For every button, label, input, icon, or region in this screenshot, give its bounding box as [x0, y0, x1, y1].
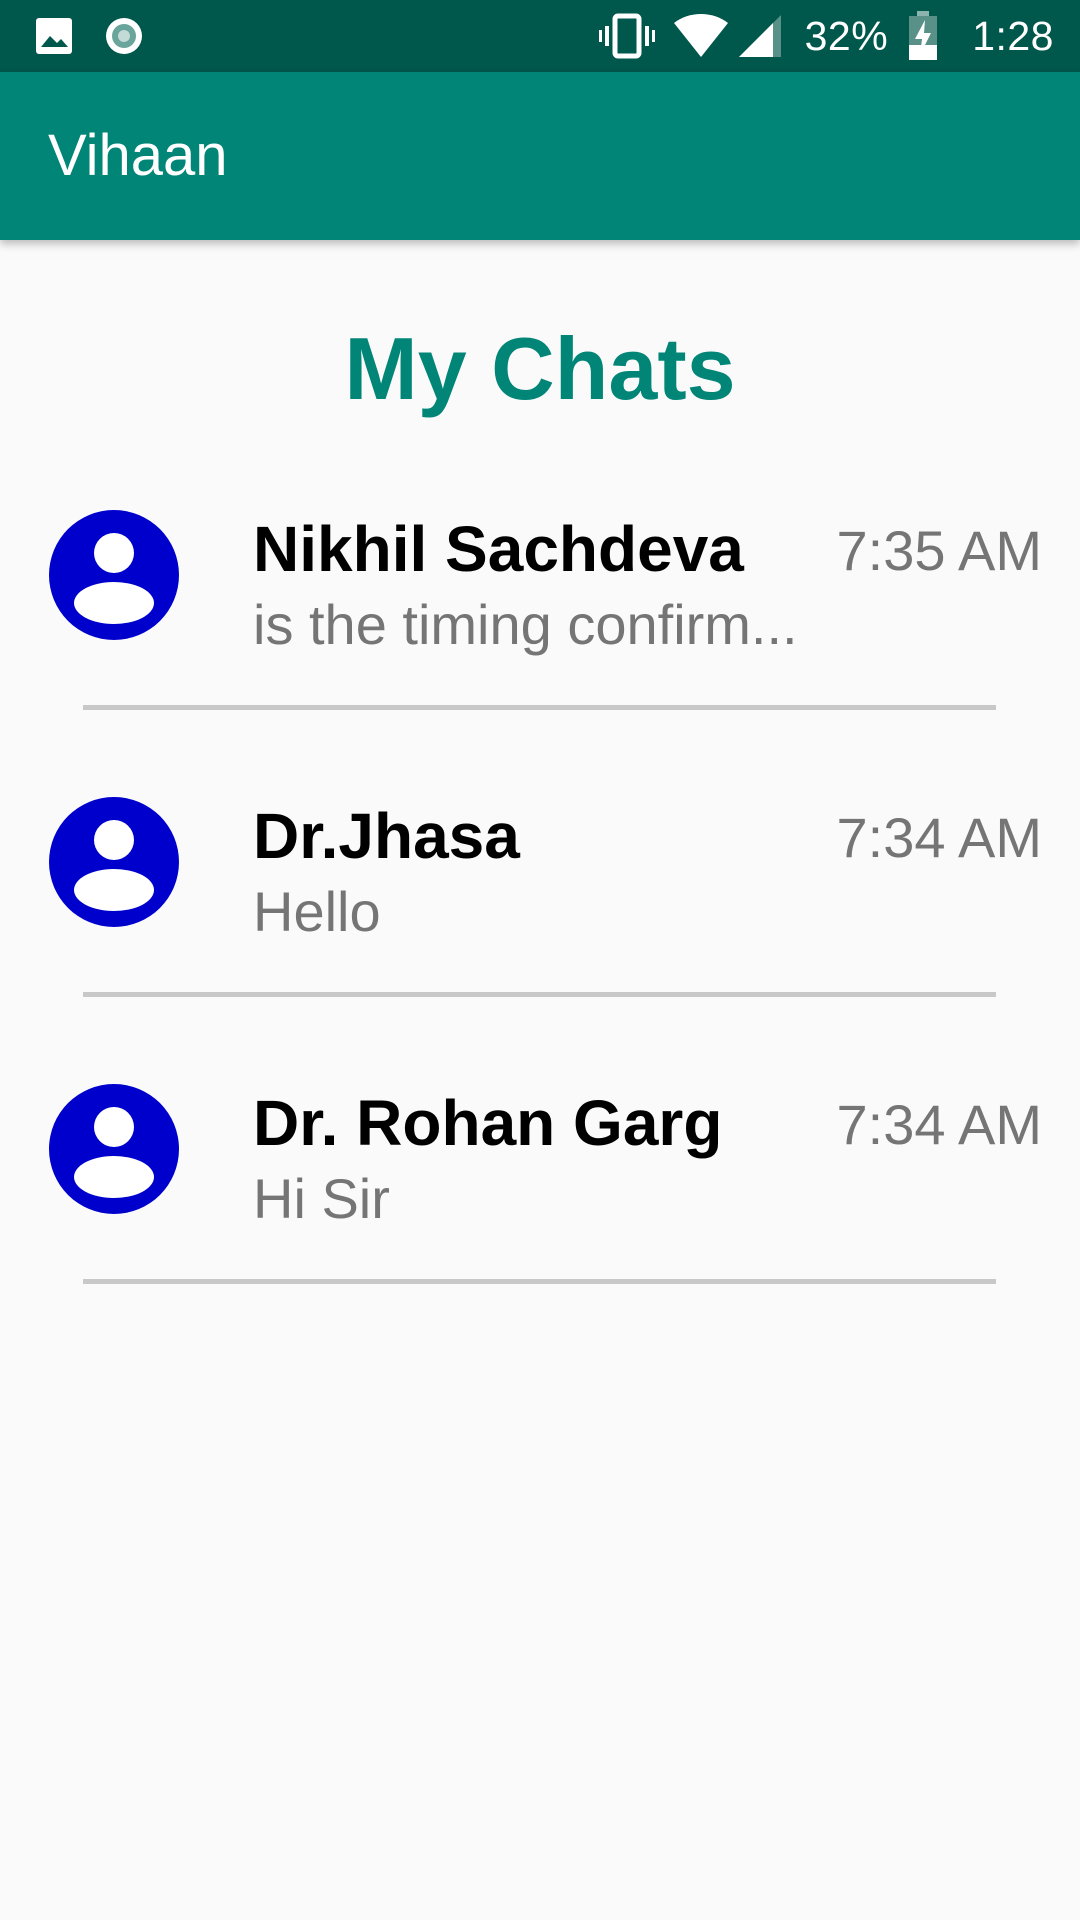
message-time: 7:35 AM: [836, 519, 1042, 582]
record-icon: [106, 18, 142, 54]
divider: [83, 705, 996, 710]
message-preview: Hi Sir: [253, 1167, 390, 1230]
user-avatar-icon: [49, 510, 179, 640]
divider: [83, 1279, 996, 1284]
vibrate-icon: [598, 13, 655, 59]
chat-list-item[interactable]: Nikhil Sachdeva is the timing confirm...…: [0, 500, 1080, 787]
wifi-icon: [673, 14, 728, 57]
message-time: 7:34 AM: [836, 1093, 1042, 1156]
app-title: Vihaan: [48, 123, 228, 188]
chat-list: Nikhil Sachdeva is the timing confirm...…: [0, 500, 1080, 1361]
status-icons: 32% 1:28: [598, 0, 1054, 72]
app-bar: Vihaan: [0, 72, 1080, 240]
chat-list-item[interactable]: Dr. Rohan Garg Hi Sir 7:34 AM: [0, 1074, 1080, 1361]
page-title: My Chats: [344, 319, 736, 418]
user-avatar-icon: [49, 797, 179, 927]
message-preview: is the timing confirm...: [253, 593, 798, 656]
contact-name: Nikhil Sachdeva: [253, 513, 744, 585]
battery-charging-icon: [909, 11, 938, 60]
chat-list-item[interactable]: Dr.Jhasa Hello 7:34 AM: [0, 787, 1080, 1074]
image-icon: [36, 18, 72, 54]
user-avatar-icon: [49, 1084, 179, 1214]
status-bar: 32% 1:28: [0, 0, 1080, 72]
contact-name: Dr.Jhasa: [253, 800, 520, 872]
battery-percent: 32%: [804, 12, 889, 59]
cell-signal-icon: [738, 15, 781, 57]
message-time: 7:34 AM: [836, 806, 1042, 869]
clock: 1:28: [972, 12, 1054, 59]
divider: [83, 992, 996, 997]
message-preview: Hello: [253, 880, 381, 943]
contact-name: Dr. Rohan Garg: [253, 1087, 723, 1159]
